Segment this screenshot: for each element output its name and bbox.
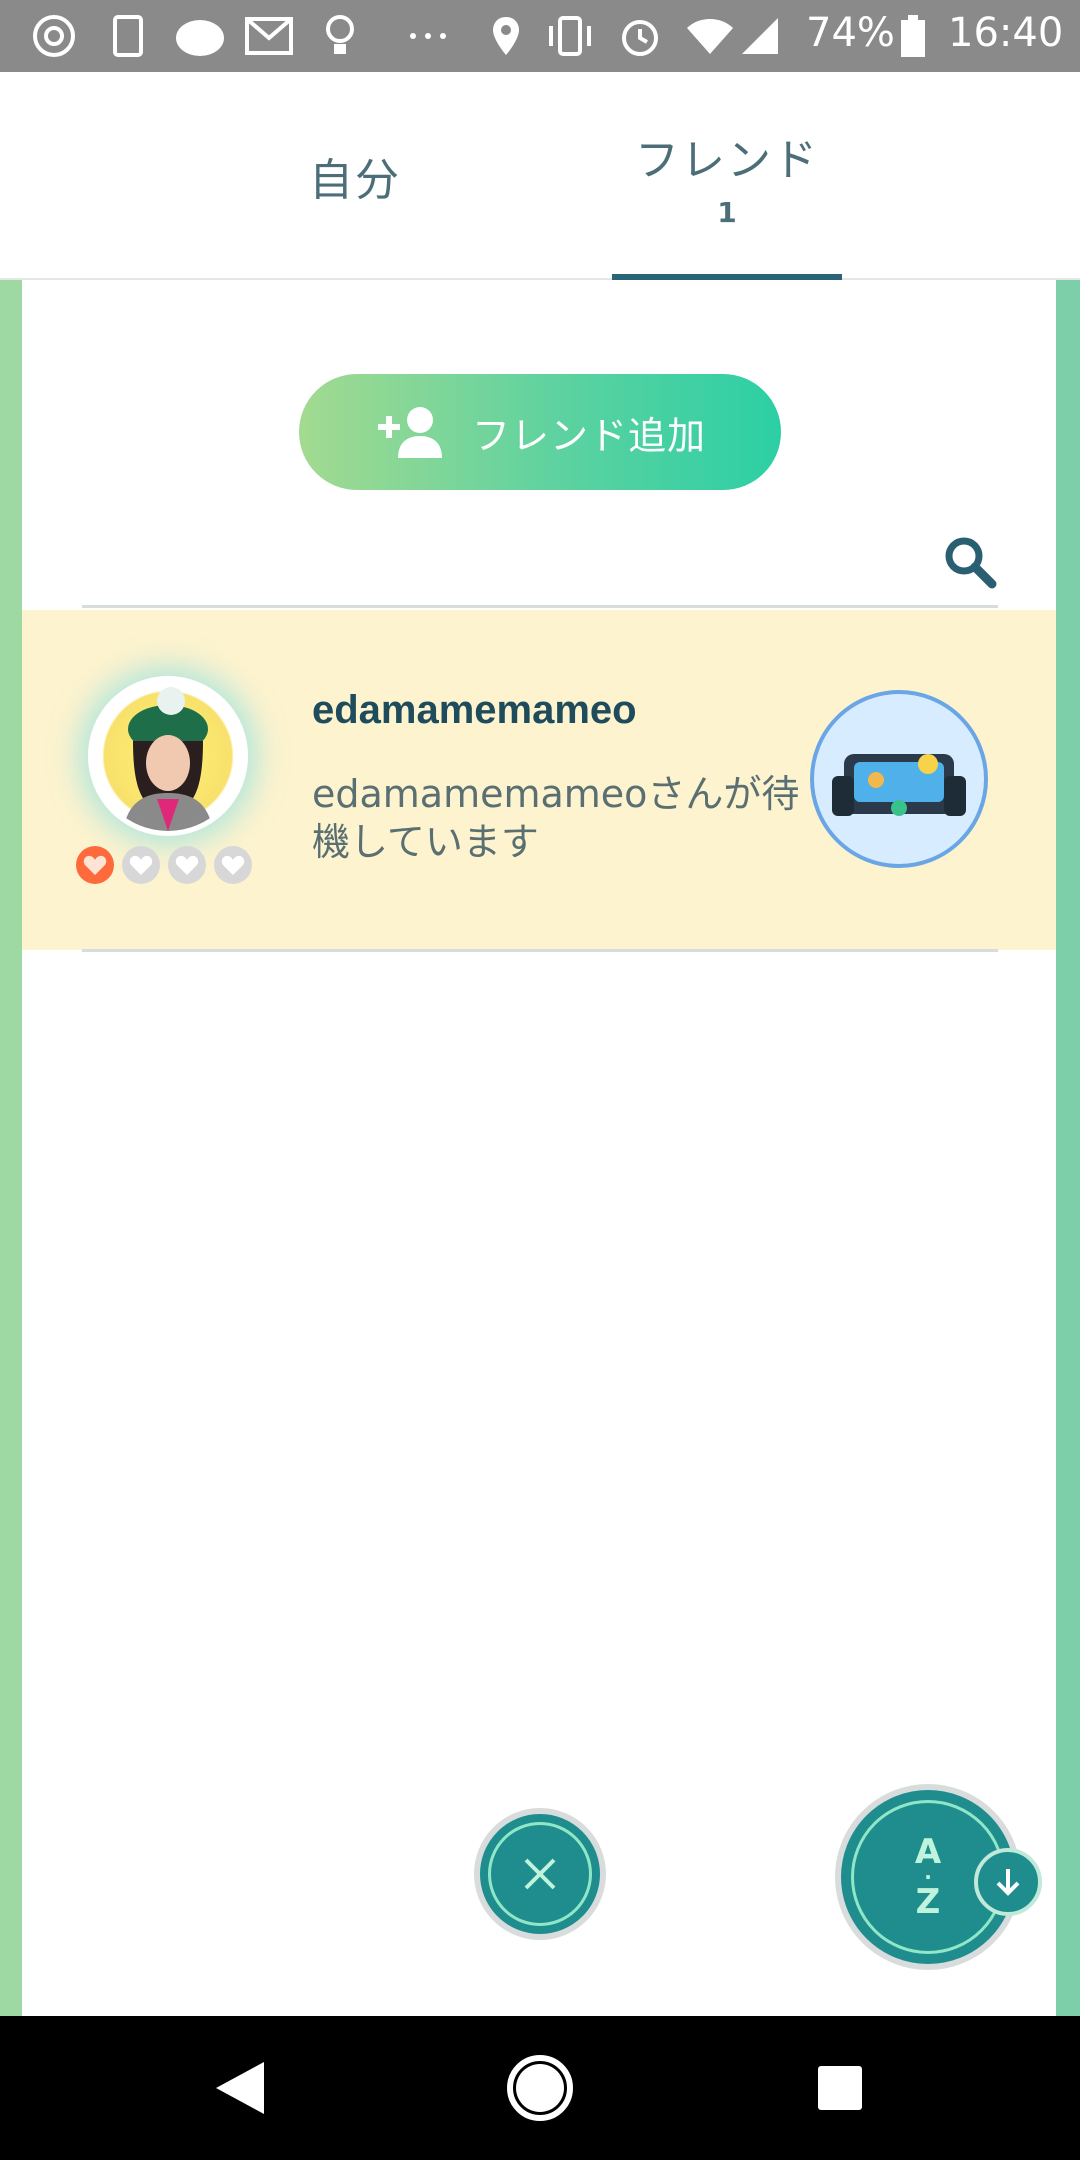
friend-name: edamamemameo (312, 688, 637, 732)
sort-direction-button[interactable] (974, 1848, 1042, 1916)
wifi-icon (684, 14, 736, 58)
friend-list-item[interactable]: edamamemameo edamamemameoさんが待機しています (22, 610, 1056, 950)
tab-friends[interactable]: フレンド 1 (612, 72, 842, 280)
friend-count: 1 (717, 195, 737, 229)
arrow-down-icon (996, 1869, 1020, 1896)
system-nav-bar (0, 2016, 1080, 2160)
recents-button[interactable] (804, 2052, 876, 2124)
friend-avatar (88, 676, 248, 836)
status-bar: 74% 16:40 (0, 0, 1080, 72)
add-person-icon (377, 407, 442, 458)
signal-icon (738, 14, 782, 58)
clock-time: 16:40 (948, 10, 1064, 56)
app-badge-icon (172, 14, 228, 58)
battery-icon (898, 14, 928, 58)
app-icon (108, 14, 148, 58)
search-divider (82, 605, 998, 608)
sort-bottom-letter: Z (915, 1882, 941, 1922)
tab-bar: 自分 フレンド 1 (0, 72, 1080, 280)
tab-friends-label: フレンド (635, 134, 819, 186)
alarm-icon (616, 14, 664, 58)
battery-percent: 74% (806, 10, 895, 56)
close-icon (524, 1858, 556, 1890)
friendship-level (76, 846, 252, 884)
tab-self-label: 自分 (309, 155, 401, 206)
home-button[interactable] (504, 2052, 576, 2124)
lightbulb-icon (322, 14, 358, 58)
friend-status: edamamemameoさんが待機しています (312, 772, 800, 864)
back-icon (216, 2062, 264, 2114)
add-friend-button[interactable]: フレンド追加 (299, 374, 781, 490)
more-notifications-icon (406, 14, 450, 58)
back-button[interactable] (204, 2052, 276, 2124)
tab-self[interactable]: 自分 (250, 72, 460, 280)
close-button-ring (488, 1822, 592, 1926)
heart-filled-icon (76, 846, 114, 884)
chrome-icon (30, 14, 78, 58)
recents-icon (818, 2066, 862, 2110)
battle-invite-icon[interactable] (810, 690, 988, 868)
vibrate-icon (542, 14, 598, 58)
heart-empty-icon (122, 846, 160, 884)
search-icon[interactable] (940, 532, 1000, 592)
close-button[interactable] (474, 1808, 606, 1940)
home-icon (507, 2055, 573, 2121)
heart-empty-icon (214, 846, 252, 884)
heart-empty-icon (168, 846, 206, 884)
add-friend-label: フレンド追加 (471, 413, 706, 458)
gmail-icon (242, 14, 296, 58)
location-icon (488, 14, 524, 58)
friend-list-panel (22, 280, 1056, 2016)
list-divider (82, 949, 998, 952)
